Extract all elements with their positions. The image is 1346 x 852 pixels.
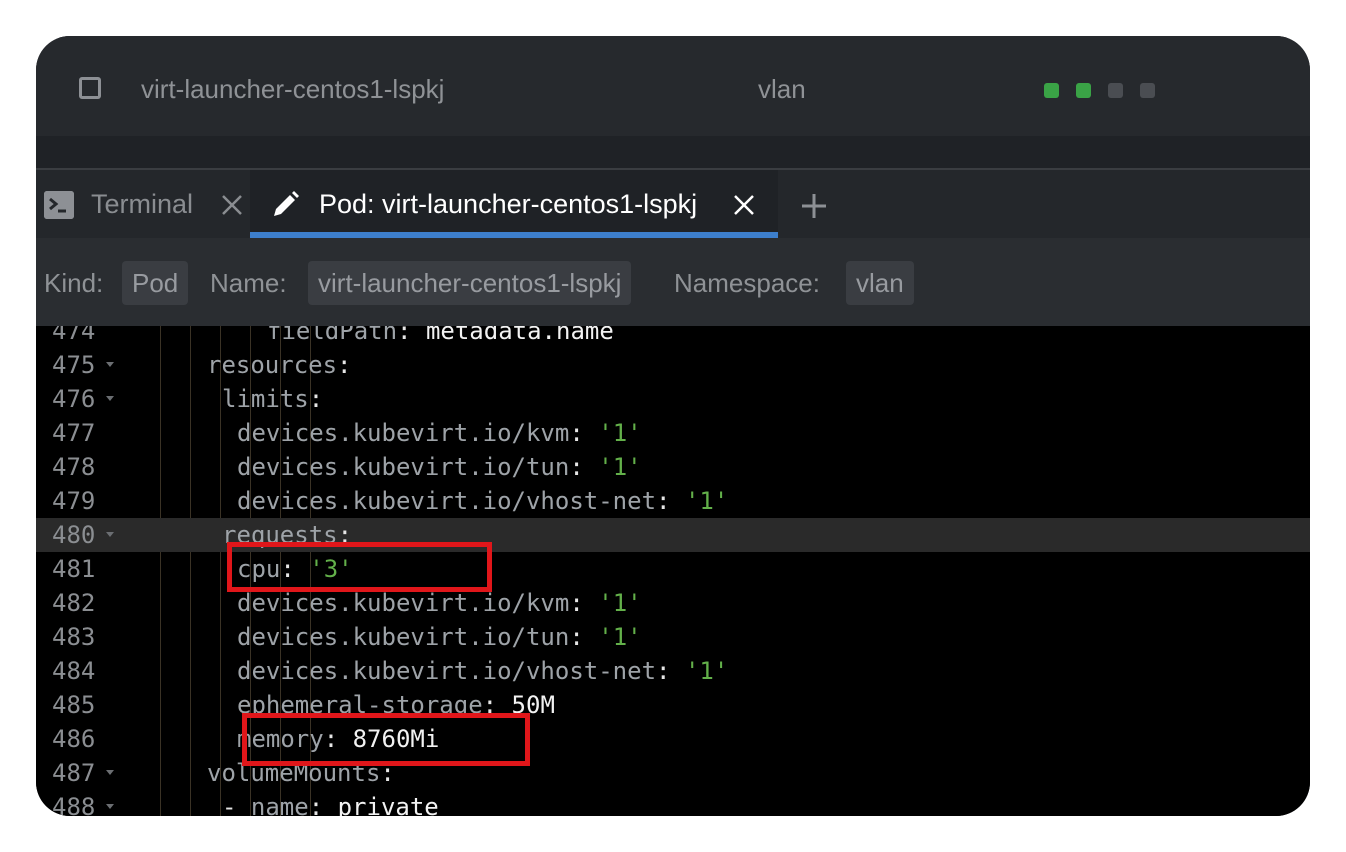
yaml-key: fieldPath [267, 326, 398, 345]
line-number: 478 [52, 453, 96, 481]
yaml-value: private [337, 793, 439, 816]
dock-tab-bar: Terminal Pod: virt-launcher-centos1-lspk… [36, 170, 1310, 238]
yaml-value: '1' [684, 487, 729, 515]
code-text: devices.kubevirt.io/vhost-net: '1' [237, 487, 729, 515]
tab-pod-editor[interactable]: Pod: virt-launcher-centos1-lspkj [250, 170, 778, 238]
yaml-key: devices.kubevirt.io/kvm [237, 589, 570, 617]
code-text: - name: private [222, 790, 439, 816]
container-status-dot [1140, 83, 1155, 98]
fold-arrow-icon[interactable] [106, 362, 114, 367]
container-status-dot [1076, 83, 1091, 98]
pod-list-row[interactable]: virt-launcher-centos1-lspkj vlan [36, 36, 1310, 136]
yaml-key: devices.kubevirt.io/vhost-net [237, 657, 657, 685]
yaml-key: devices.kubevirt.io/tun [237, 453, 570, 481]
line-number: 477 [52, 419, 96, 447]
terminal-icon [44, 191, 74, 219]
code-line[interactable]: 474 fieldPath: metadata.name [36, 326, 1310, 348]
yaml-key: devices.kubevirt.io/vhost-net [237, 487, 657, 515]
close-icon[interactable] [220, 193, 244, 217]
kind-label: Kind: [44, 268, 104, 298]
code-line[interactable]: 488 - name: private [36, 790, 1310, 816]
row-checkbox[interactable] [79, 77, 101, 99]
namespace-label: Namespace: [674, 268, 820, 298]
pod-name-cell: virt-launcher-centos1-lspkj [141, 74, 445, 104]
line-number: 474 [52, 326, 96, 345]
code-line[interactable]: 478 devices.kubevirt.io/tun: '1' [36, 450, 1310, 484]
code-line[interactable]: 483 devices.kubevirt.io/tun: '1' [36, 620, 1310, 654]
line-number: 482 [52, 589, 96, 617]
code-text: devices.kubevirt.io/tun: '1' [237, 453, 642, 481]
list-footer-area [36, 136, 1310, 168]
close-icon[interactable] [732, 193, 756, 217]
code-text: devices.kubevirt.io/tun: '1' [237, 623, 642, 651]
yaml-key: resources [207, 351, 338, 379]
fold-arrow-icon[interactable] [106, 770, 114, 775]
container-status-dot [1108, 83, 1123, 98]
line-number: 481 [52, 555, 96, 583]
yaml-value: '1' [598, 453, 642, 481]
yaml-key: devices.kubevirt.io/kvm [237, 419, 570, 447]
line-number: 475 [52, 351, 96, 379]
code-line[interactable]: 479 devices.kubevirt.io/vhost-net: '1' [36, 484, 1310, 518]
yaml-value: '1' [598, 589, 642, 617]
tab-terminal[interactable]: Terminal [91, 189, 193, 220]
fold-arrow-icon[interactable] [106, 396, 114, 401]
pod-namespace-cell: vlan [758, 74, 806, 104]
code-text: fieldPath: metadata.name [267, 326, 614, 348]
code-line[interactable]: 475 resources: [36, 348, 1310, 382]
container-status-dot [1044, 83, 1059, 98]
line-number: 487 [52, 759, 96, 787]
new-tab-plus-icon[interactable] [800, 192, 828, 220]
yaml-key: devices.kubevirt.io/tun [237, 623, 570, 651]
code-text: devices.kubevirt.io/vhost-net: '1' [237, 657, 729, 685]
name-value-badge: virt-launcher-centos1-lspkj [308, 261, 632, 305]
code-line[interactable]: 486 memory: 8760Mi [36, 722, 1310, 756]
name-label: Name: [210, 268, 287, 298]
line-number: 485 [52, 691, 96, 719]
line-number: 480 [52, 521, 96, 549]
yaml-value: '1' [598, 419, 642, 447]
kind-value-badge: Pod [122, 261, 189, 305]
fold-arrow-icon[interactable] [106, 532, 114, 537]
code-line[interactable]: 487 volumeMounts: [36, 756, 1310, 790]
line-number: 476 [52, 385, 96, 413]
code-line[interactable]: 476 limits: [36, 382, 1310, 416]
namespace-value-badge: vlan [846, 261, 914, 305]
yaml-value: '1' [684, 657, 729, 685]
line-number: 484 [52, 657, 96, 685]
line-number: 486 [52, 725, 96, 753]
pencil-icon [270, 190, 300, 220]
code-text: resources: [207, 351, 366, 379]
app-window: virt-launcher-centos1-lspkj vlan Termina… [36, 36, 1310, 816]
line-number: 488 [52, 793, 96, 816]
code-text: devices.kubevirt.io/kvm: '1' [237, 419, 642, 447]
line-number: 479 [52, 487, 96, 515]
yaml-value: '1' [598, 623, 642, 651]
container-status-indicators [1044, 83, 1155, 98]
code-line[interactable]: 485 ephemeral-storage: 50M [36, 688, 1310, 722]
code-line[interactable]: 477 devices.kubevirt.io/kvm: '1' [36, 416, 1310, 450]
code-text: limits: [222, 385, 338, 413]
fold-arrow-icon[interactable] [106, 804, 114, 809]
yaml-value: metadata.name [425, 326, 614, 345]
highlight-box-cpu [227, 542, 492, 592]
highlight-box-memory [242, 713, 530, 766]
code-line[interactable]: 484 devices.kubevirt.io/vhost-net: '1' [36, 654, 1310, 688]
yaml-key: limits [222, 385, 309, 413]
line-number: 483 [52, 623, 96, 651]
yaml-key: name [250, 793, 309, 816]
tab-pod-label: Pod: virt-launcher-centos1-lspkj [319, 189, 698, 219]
resource-info-bar: Kind: Pod Name: virt-launcher-centos1-ls… [36, 238, 1310, 326]
